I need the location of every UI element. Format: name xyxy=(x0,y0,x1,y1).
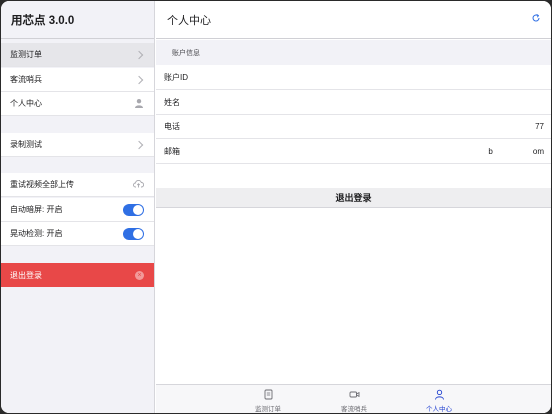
tab-label: 监测订单 xyxy=(255,406,281,413)
sidebar-logout-button[interactable]: 退出登录 × xyxy=(1,263,154,287)
sidebar-item-traffic-sentinel[interactable]: 客流哨兵 xyxy=(1,68,154,92)
tab-label: 客流哨兵 xyxy=(341,406,367,413)
sidebar-item-record-test[interactable]: 录制测试 xyxy=(1,133,154,157)
row-label: 账户ID xyxy=(164,73,188,82)
name-row: 姓名 xyxy=(156,91,551,115)
tab-bar: 监测订单 客流哨兵 个人中心 xyxy=(156,384,551,413)
app-title: 用芯点 3.0.0 xyxy=(1,1,154,39)
sidebar-item-label: 自动暗屏: 开启 xyxy=(10,205,63,214)
sidebar-item-label: 客流哨兵 xyxy=(10,75,42,84)
auto-dim-toggle[interactable] xyxy=(123,203,144,216)
sidebar-item-label: 录制测试 xyxy=(10,140,42,149)
person-icon xyxy=(134,98,144,110)
sidebar-item-monitor-orders[interactable]: 监测订单 xyxy=(1,43,154,67)
account-id-row: 账户ID xyxy=(156,66,551,90)
main-header: 个人中心 xyxy=(156,1,551,39)
row-value: 77 xyxy=(535,122,544,131)
email-row: 邮箱 b om xyxy=(156,140,551,164)
tab-label: 个人中心 xyxy=(426,406,452,413)
person-icon xyxy=(434,389,444,400)
row-label: 姓名 xyxy=(164,98,180,107)
section-header: 账户信息 xyxy=(156,40,551,65)
shake-detect-toggle[interactable] xyxy=(123,227,144,240)
row-label: 邮箱 xyxy=(164,147,180,156)
row-label: 电话 xyxy=(164,122,180,131)
sidebar-item-label: 重试视频全部上传 xyxy=(10,180,74,189)
row-value: b om xyxy=(488,147,544,156)
chevron-right-icon xyxy=(134,140,144,149)
logout-button[interactable]: 退出登录 xyxy=(156,188,551,208)
tab-monitor-orders[interactable]: 监测订单 xyxy=(248,389,288,413)
sidebar: 用芯点 3.0.0 监测订单 客流哨兵 个人中心 录制测试 重试视频全部上传 自… xyxy=(1,1,155,413)
sidebar-item-auto-dim: 自动暗屏: 开启 xyxy=(1,198,154,222)
tab-profile[interactable]: 个人中心 xyxy=(419,389,459,413)
app-window: 用芯点 3.0.0 监测订单 客流哨兵 个人中心 录制测试 重试视频全部上传 自… xyxy=(1,1,551,413)
sidebar-item-shake-detect: 晃动检测: 开启 xyxy=(1,222,154,246)
sidebar-item-label: 监测订单 xyxy=(10,50,42,59)
phone-row: 电话 77 xyxy=(156,115,551,139)
sidebar-logout-label: 退出登录 xyxy=(10,270,42,280)
chevron-right-icon xyxy=(134,50,144,59)
close-circle-icon: × xyxy=(135,270,144,280)
page-title: 个人中心 xyxy=(167,14,211,27)
document-icon xyxy=(264,389,272,400)
sidebar-item-label: 晃动检测: 开启 xyxy=(10,229,63,238)
sidebar-item-label: 个人中心 xyxy=(10,99,42,108)
sidebar-item-profile[interactable]: 个人中心 xyxy=(1,92,154,116)
main-panel: 个人中心 账户信息 账户ID 姓名 电话 77 邮箱 b om 退出登录 监测订… xyxy=(156,1,551,413)
tab-traffic-sentinel[interactable]: 客流哨兵 xyxy=(334,389,374,413)
refresh-icon[interactable] xyxy=(531,13,541,26)
chevron-right-icon xyxy=(134,75,144,84)
cloud-upload-icon xyxy=(133,179,145,190)
video-camera-icon xyxy=(349,391,359,398)
sidebar-item-retry-upload[interactable]: 重试视频全部上传 xyxy=(1,173,154,197)
